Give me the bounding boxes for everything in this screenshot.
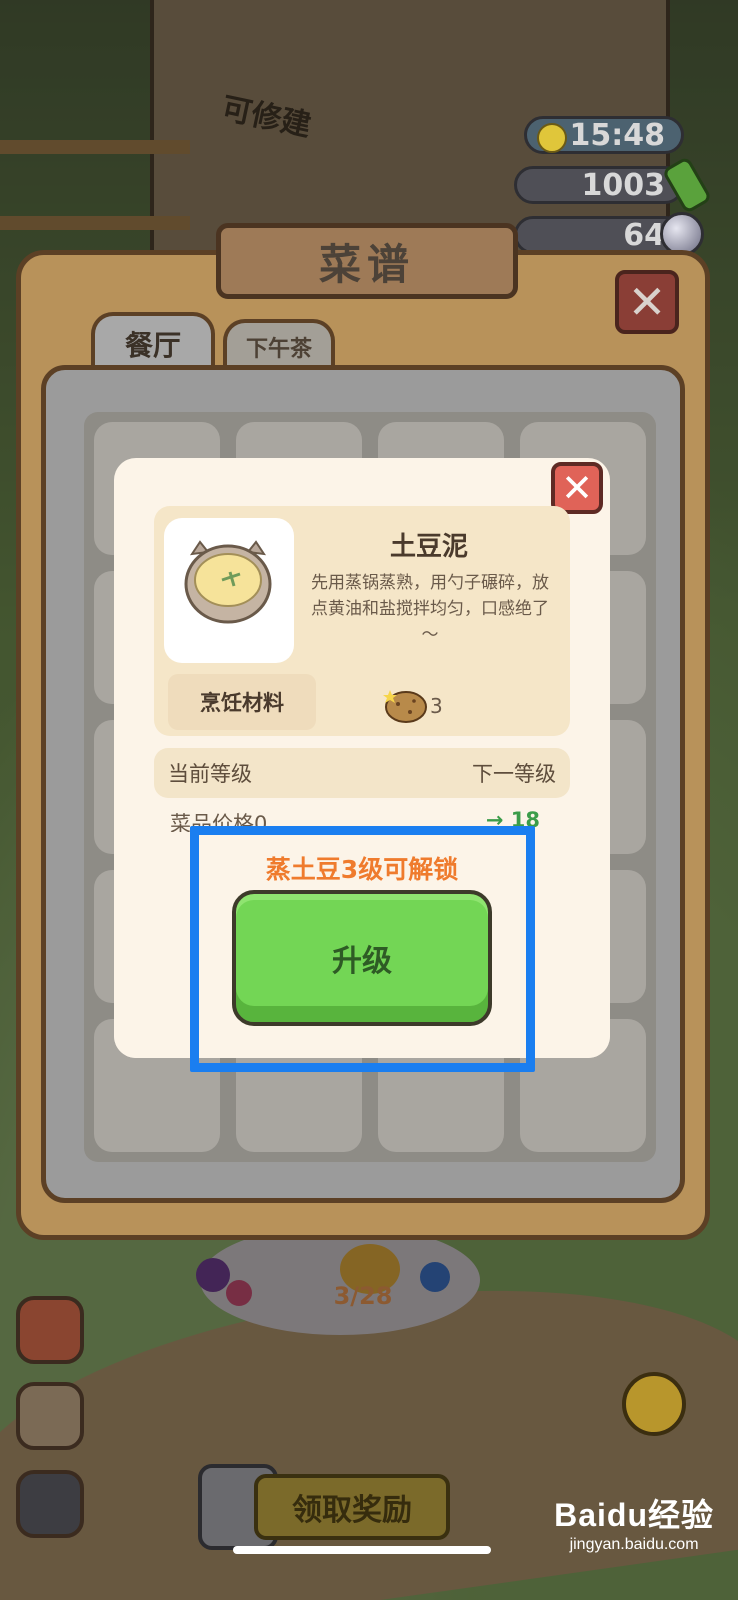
dish-thumbnail <box>164 518 294 663</box>
highlight-annotation <box>190 826 535 1072</box>
bamboo-counter: 1003 <box>514 166 684 204</box>
watermark-url: jingyan.baidu.com <box>569 1536 699 1553</box>
sun-icon <box>537 123 567 153</box>
gem-counter: 64 <box>514 216 684 254</box>
tab-afternoon-tea[interactable]: 下午茶 <box>223 319 335 371</box>
shop-icon[interactable] <box>16 1296 84 1364</box>
material-count: 3 <box>430 694 443 718</box>
tab-restaurant[interactable]: 餐厅 <box>91 312 215 372</box>
dish-info-card: 土豆泥 先用蒸锅蒸熟，用勺子碾碎，放点黄油和盐搅拌均匀，口感绝了～ 烹饪材料 3 <box>154 506 570 736</box>
recipe-book-title: 菜谱 <box>216 223 518 299</box>
book-close-button[interactable]: ✕ <box>615 270 679 334</box>
dish-name: 土豆泥 <box>389 532 468 562</box>
dish-description: 先用蒸锅蒸熟，用勺子碾碎，放点黄油和盐搅拌均匀，口感绝了～ <box>311 573 549 645</box>
next-level-label: 下一等级 <box>472 762 556 786</box>
close-icon: ✕ <box>561 466 593 510</box>
gem-value: 64 <box>623 217 665 253</box>
bamboo-value: 1003 <box>581 167 666 203</box>
mushroom-house-icon[interactable] <box>16 1382 84 1450</box>
time-value: 15:48 <box>569 117 666 153</box>
cooking-materials-label: 烹饪材料 <box>168 674 316 730</box>
claim-reward-button[interactable]: 领取奖励 <box>254 1474 450 1540</box>
close-icon: ✕ <box>627 275 667 329</box>
watermark-logo: Baidu经验 <box>554 1497 714 1533</box>
page-indicator: 3/28 <box>333 1282 393 1310</box>
mashed-potato-bowl-icon <box>184 540 272 624</box>
potato-icon <box>383 690 427 723</box>
home-indicator[interactable] <box>233 1546 491 1554</box>
current-level-label: 当前等级 <box>168 762 252 786</box>
level-header: 当前等级 下一等级 <box>154 748 570 798</box>
emoji-icon[interactable] <box>622 1372 686 1436</box>
paw-icon[interactable] <box>16 1470 84 1538</box>
time-display: 15:48 <box>524 116 684 154</box>
watermark: Baidu经验 jingyan.baidu.com <box>554 1490 714 1554</box>
